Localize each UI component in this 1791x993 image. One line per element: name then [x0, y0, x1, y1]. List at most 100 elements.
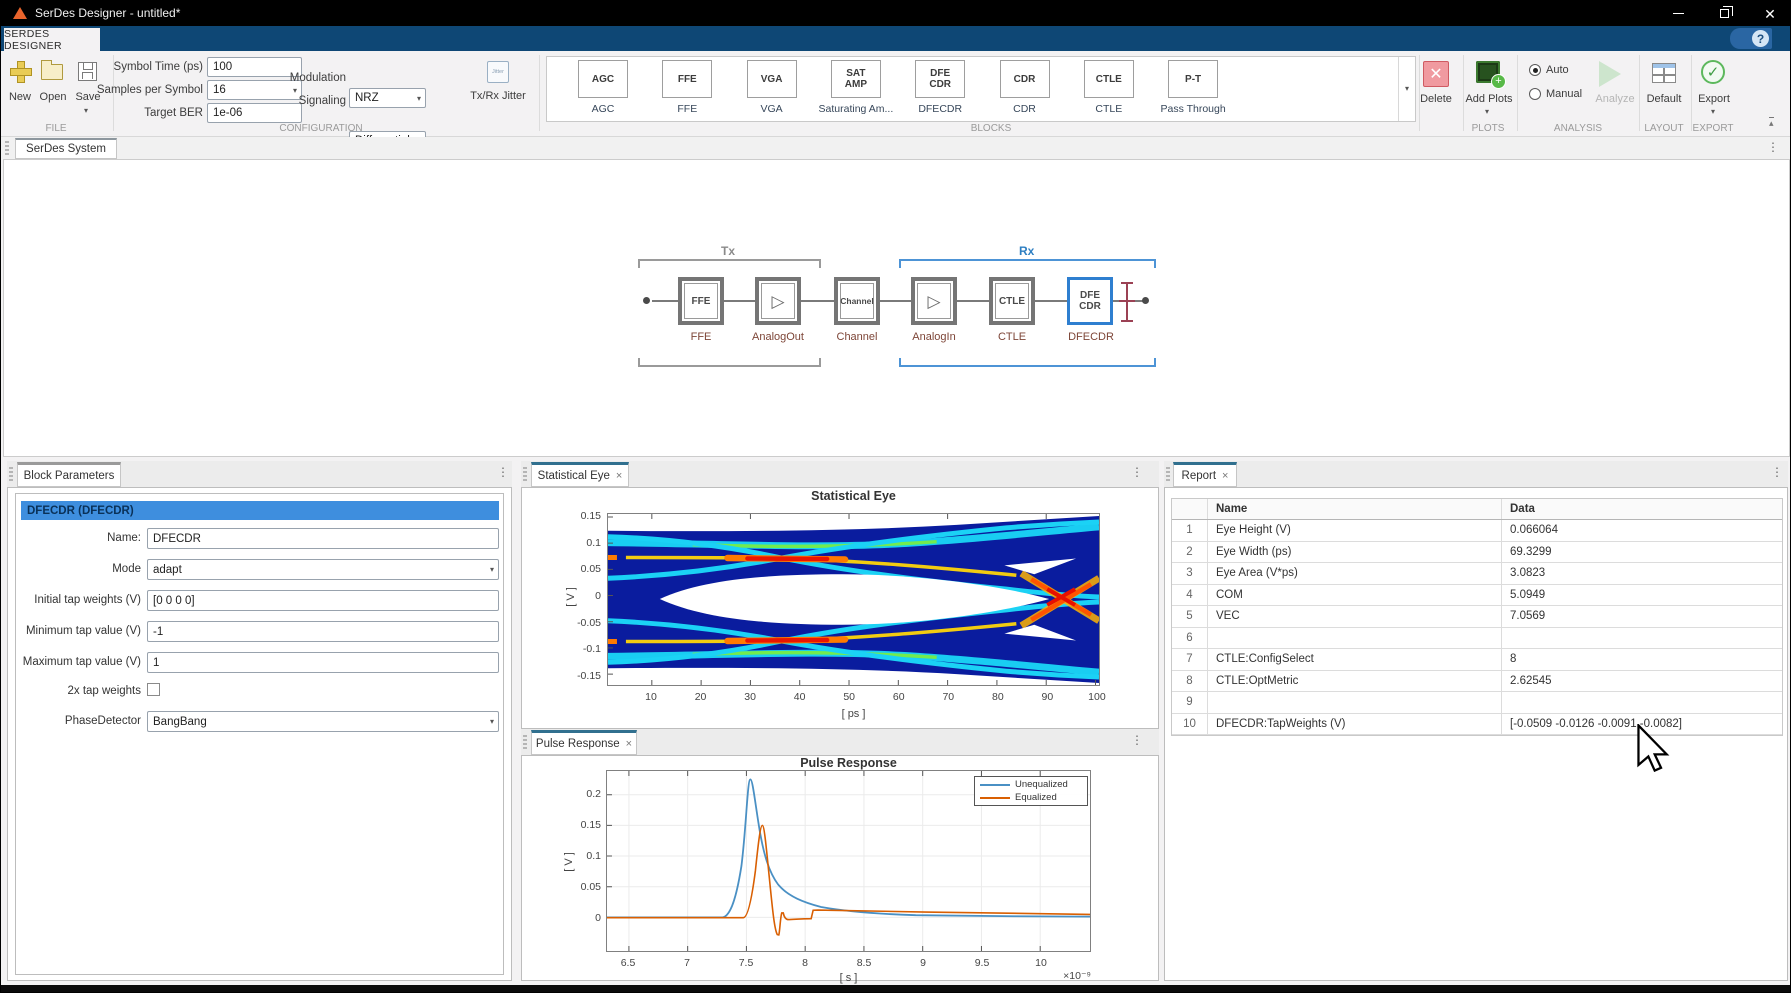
diagram-block-ffe[interactable]: FFE — [678, 277, 724, 325]
block-abbr: VGA — [747, 60, 797, 98]
add-plots-button[interactable] — [1476, 61, 1500, 83]
2x-tap-weights-label: 2x tap weights — [11, 685, 141, 697]
minimum-tap-value-input[interactable]: -1 — [147, 621, 499, 642]
system-canvas[interactable] — [3, 159, 1790, 457]
gallery-block-item[interactable]: CDR CDR — [983, 60, 1067, 120]
mode-select[interactable]: adapt▾ — [147, 559, 499, 580]
table-row[interactable]: 6 — [1172, 628, 1782, 650]
diagram-block-analogout[interactable]: ▷ — [755, 277, 801, 325]
drag-grip[interactable] — [1166, 467, 1170, 481]
save-dropdown-caret[interactable]: ▾ — [84, 107, 88, 115]
close-button[interactable]: ✕ — [1747, 1, 1791, 26]
table-row[interactable]: 1 Eye Height (V) 0.066064 — [1172, 520, 1782, 542]
gallery-block-item[interactable]: P-T Pass Through — [1151, 60, 1235, 120]
drag-grip[interactable] — [9, 467, 13, 481]
gallery-block-item[interactable]: CTLE CTLE — [1067, 60, 1151, 120]
tx-bracket-top — [638, 259, 821, 268]
gallery-block-item[interactable]: SAT AMP Saturating Am... — [814, 60, 898, 120]
block-parameters-options-icon[interactable]: ⋮ — [497, 465, 509, 479]
chevron-down-icon: ▾ — [1405, 85, 1409, 93]
jitter-button[interactable]: Jitter — [487, 61, 509, 83]
add-plots-caret[interactable]: ▾ — [1485, 108, 1489, 116]
table-row[interactable]: 7 CTLE:ConfigSelect 8 — [1172, 649, 1782, 671]
row-number: 4 — [1172, 585, 1208, 606]
table-row[interactable]: 4 COM 5.0949 — [1172, 585, 1782, 607]
radio-selected-icon — [1529, 64, 1541, 76]
modulation-select[interactable]: NRZ▾ — [349, 88, 426, 108]
gallery-expand-button[interactable]: ▾ — [1398, 57, 1415, 121]
gallery-items: AGC AGC FFE FFE VGA VGA SAT AMP Saturati… — [547, 57, 1415, 121]
tab-report[interactable]: Report× — [1173, 462, 1237, 487]
manual-radio[interactable] — [1529, 88, 1541, 100]
auto-label: Auto — [1546, 64, 1586, 76]
blocks-gallery: AGC AGC FFE FFE VGA VGA SAT AMP Saturati… — [546, 56, 1416, 122]
gallery-block-item[interactable]: FFE FFE — [645, 60, 729, 120]
tx-group-label: Tx — [721, 244, 735, 258]
eye-panel-options-icon[interactable]: ⋮ — [1131, 465, 1143, 479]
column-header-data[interactable]: Data — [1502, 499, 1782, 519]
probe-marker — [1126, 282, 1128, 322]
export-caret[interactable]: ▾ — [1711, 108, 1715, 116]
diagram-block-ctle[interactable]: CTLE — [989, 277, 1035, 325]
pulse-panel-options-icon[interactable]: ⋮ — [1131, 733, 1143, 747]
open-button[interactable] — [41, 64, 63, 80]
minimize-icon — [1673, 13, 1684, 14]
table-row[interactable]: 10 DFECDR:TapWeights (V) [-0.0509 -0.012… — [1172, 714, 1782, 736]
pulse-yticks: 0.20.150.10.050 — [557, 788, 601, 924]
tab-serdes-designer[interactable]: SERDES DESIGNER — [4, 28, 100, 51]
collapse-ribbon-button[interactable]: ▴ — [1769, 117, 1774, 128]
table-row[interactable]: 2 Eye Width (ps) 69.3299 — [1172, 542, 1782, 564]
drag-grip[interactable] — [523, 735, 527, 749]
diagram-block-channel[interactable]: Channel — [834, 277, 880, 325]
table-row[interactable]: 3 Eye Area (V*ps) 3.0823 — [1172, 563, 1782, 585]
table-row[interactable]: 8 CTLE:OptMetric 2.62545 — [1172, 671, 1782, 693]
tab-pulse-response[interactable]: Pulse Response× — [531, 730, 637, 755]
auto-radio[interactable] — [1529, 64, 1541, 76]
report-panel-options-icon[interactable]: ⋮ — [1771, 465, 1783, 479]
row-data: 7.0569 — [1502, 606, 1782, 627]
initial-tap-weights-input[interactable]: [0 0 0 0] — [147, 590, 499, 611]
rx-bracket-top — [899, 259, 1156, 268]
minimize-button[interactable] — [1655, 1, 1701, 26]
row-name — [1208, 628, 1502, 649]
delete-button[interactable]: ✕ — [1423, 61, 1449, 87]
gallery-block-item[interactable]: VGA VGA — [730, 60, 814, 120]
2x-tap-weights-checkbox[interactable] — [147, 683, 160, 696]
restore-button[interactable] — [1701, 1, 1747, 26]
export-button[interactable]: ✓ — [1701, 60, 1725, 84]
new-button[interactable] — [10, 61, 30, 81]
default-label: Default — [1639, 93, 1689, 105]
phase-detector-select[interactable]: BangBang▾ — [147, 711, 499, 732]
gallery-block-item[interactable]: DFE CDR DFECDR — [898, 60, 982, 120]
row-name: CTLE:OptMetric — [1208, 671, 1502, 692]
tab-statistical-eye[interactable]: Statistical Eye× — [531, 462, 629, 487]
row-number: 1 — [1172, 520, 1208, 541]
diagram-block-dfecdr-selected[interactable]: DFE CDR — [1067, 277, 1113, 325]
drag-grip[interactable] — [5, 141, 9, 155]
diagram-block-analogin[interactable]: ▷ — [911, 277, 957, 325]
close-tab-icon[interactable]: × — [616, 470, 622, 482]
close-tab-icon[interactable]: × — [626, 738, 632, 750]
table-row[interactable]: 5 VEC 7.0569 — [1172, 606, 1782, 628]
name-input[interactable]: DFECDR — [147, 528, 499, 549]
row-name: DFECDR:TapWeights (V) — [1208, 714, 1502, 735]
maximum-tap-value-input[interactable]: 1 — [147, 652, 499, 673]
close-tab-icon[interactable]: × — [1222, 470, 1228, 482]
block-name: VGA — [728, 103, 816, 115]
column-header-name[interactable]: Name — [1208, 499, 1502, 519]
tab-block-parameters[interactable]: Block Parameters — [17, 462, 121, 487]
gallery-block-item[interactable]: AGC AGC — [561, 60, 645, 120]
serdes-designer-window: SerDes Designer - untitled* ✕ SERDES DES… — [0, 0, 1791, 993]
tab-serdes-system[interactable]: SerDes System — [15, 138, 117, 159]
analyze-button[interactable] — [1599, 61, 1621, 87]
table-row[interactable]: 9 — [1172, 692, 1782, 714]
matlab-logo-icon — [13, 7, 27, 19]
help-button[interactable]: ? — [1730, 28, 1772, 49]
ribbon-tab-band — [1, 26, 1791, 51]
close-icon: ✕ — [1764, 7, 1776, 21]
target-ber-input[interactable]: 1e-06 — [207, 103, 302, 123]
default-layout-button[interactable] — [1652, 63, 1676, 83]
canvas-options-icon[interactable]: ⋮ — [1767, 140, 1779, 154]
export-check-icon: ✓ — [1701, 60, 1725, 84]
drag-grip[interactable] — [523, 467, 527, 481]
